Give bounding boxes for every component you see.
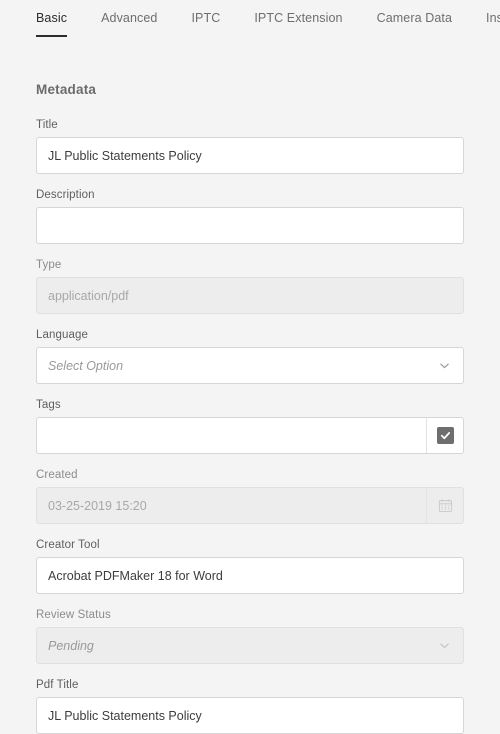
pdf-title-input[interactable]: JL Public Statements Policy (36, 697, 464, 734)
metadata-panel: Metadata Title JL Public Statements Poli… (0, 82, 500, 734)
language-select[interactable]: Select Option (36, 347, 464, 384)
field-type-label: Type (36, 259, 62, 271)
created-input: 03-25-2019 15:20 (36, 487, 464, 524)
tab-insights-label: Insights (486, 11, 500, 25)
tab-camera-data-label: Camera Data (376, 11, 453, 25)
creator-tool-input[interactable]: Acrobat PDFMaker 18 for Word (36, 557, 464, 594)
field-tags: Tags (36, 399, 464, 454)
field-creator-tool-label: Creator Tool (36, 539, 100, 551)
field-review-status: Review Status Pending (36, 609, 464, 664)
field-language-label: Language (36, 329, 88, 341)
type-input: application/pdf (36, 277, 464, 314)
review-status-select: Pending (36, 627, 464, 664)
pdf-title-input-value: JL Public Statements Policy (48, 708, 202, 723)
calendar-picker-button (426, 488, 463, 523)
checkbox-checked-icon (436, 427, 454, 444)
tab-basic[interactable]: Basic (36, 0, 68, 37)
language-select-placeholder: Select Option (48, 358, 124, 373)
tab-advanced[interactable]: Advanced (101, 0, 157, 25)
review-status-select-value: Pending (48, 638, 94, 653)
field-pdf-title: Pdf Title JL Public Statements Policy (36, 679, 464, 734)
tab-camera-data[interactable]: Camera Data (377, 0, 452, 25)
field-tags-label: Tags (36, 399, 61, 411)
tab-advanced-label: Advanced (101, 11, 158, 25)
description-input[interactable] (36, 207, 464, 244)
type-input-value: application/pdf (48, 288, 129, 303)
chevron-down-icon (431, 639, 457, 652)
field-type: Type application/pdf (36, 259, 464, 314)
metadata-tabs: Basic Advanced IPTC IPTC Extension Camer… (0, 0, 500, 45)
tags-confirm-button[interactable] (426, 418, 463, 453)
field-title: Title JL Public Statements Policy (36, 119, 464, 174)
calendar-icon (438, 498, 453, 513)
field-title-label: Title (36, 119, 58, 131)
field-language: Language Select Option (36, 329, 464, 384)
field-created: Created 03-25-2019 15:20 (36, 469, 464, 524)
page-title: Metadata (36, 82, 97, 97)
created-input-value: 03-25-2019 15:20 (48, 498, 147, 513)
creator-tool-input-value: Acrobat PDFMaker 18 for Word (48, 568, 223, 583)
tab-iptc-extension[interactable]: IPTC Extension (254, 0, 342, 25)
tab-insights[interactable]: Insights (486, 0, 500, 25)
tab-iptc[interactable]: IPTC (191, 0, 220, 25)
field-created-label: Created (36, 469, 78, 481)
title-input[interactable]: JL Public Statements Policy (36, 137, 464, 174)
title-input-value: JL Public Statements Policy (48, 148, 202, 163)
field-review-status-label: Review Status (36, 609, 111, 621)
active-tab-underline (36, 35, 68, 37)
tab-basic-label: Basic (36, 11, 68, 25)
field-description-label: Description (36, 189, 95, 201)
field-description: Description (36, 189, 464, 244)
tags-input[interactable] (36, 417, 464, 454)
tab-iptc-extension-label: IPTC Extension (254, 11, 343, 25)
field-pdf-title-label: Pdf Title (36, 679, 79, 691)
chevron-down-icon (431, 359, 457, 372)
tab-iptc-label: IPTC (191, 11, 221, 25)
field-creator-tool: Creator Tool Acrobat PDFMaker 18 for Wor… (36, 539, 464, 594)
